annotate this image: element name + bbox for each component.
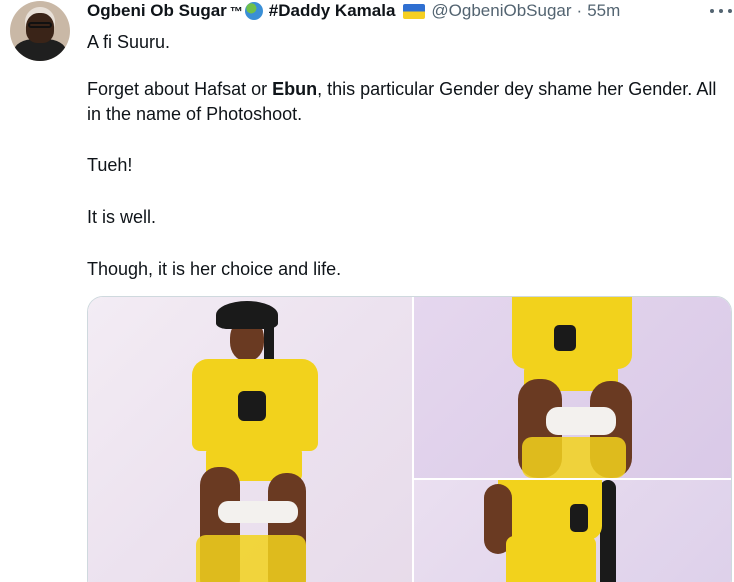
photo-figure-stool bbox=[196, 535, 306, 582]
photo-figure-top bbox=[570, 504, 588, 532]
avatar[interactable] bbox=[10, 1, 70, 61]
photo-3[interactable] bbox=[414, 480, 731, 582]
photo-figure-lace bbox=[218, 501, 298, 523]
photo-figure-top bbox=[554, 325, 576, 351]
photo-figure-lace bbox=[546, 407, 616, 435]
photo-2[interactable] bbox=[414, 297, 731, 478]
user-handle[interactable]: @OgbeniObSugar bbox=[431, 1, 571, 21]
photo-figure-skirt bbox=[506, 536, 596, 582]
tweet-timestamp[interactable]: 55m bbox=[587, 1, 620, 21]
more-options-icon[interactable] bbox=[710, 6, 732, 16]
ukraine-flag-icon bbox=[403, 3, 426, 19]
tweet-paragraph: Though, it is her choice and life. bbox=[87, 259, 342, 279]
more-dot bbox=[728, 9, 732, 13]
display-name[interactable]: Ogbeni Ob Sugar bbox=[87, 1, 227, 21]
avatar-glasses bbox=[28, 22, 52, 28]
more-dot bbox=[719, 9, 723, 13]
tweet-paragraph: A fi Suuru. bbox=[87, 32, 171, 52]
display-name-hashtag: #Daddy Kamala bbox=[268, 1, 396, 20]
trademark-symbol: ™ bbox=[229, 3, 243, 19]
tweet-header: Ogbeni Ob Sugar ™ #Daddy Kamala @OgbeniO… bbox=[87, 0, 620, 22]
photo-figure-stool bbox=[522, 437, 626, 478]
tweet-paragraph: Forget about Hafsat or Ebun, this partic… bbox=[87, 77, 732, 127]
tweet: Ogbeni Ob Sugar ™ #Daddy Kamala @OgbeniO… bbox=[0, 0, 734, 582]
tweet-text-span: Forget about Hafsat or bbox=[87, 79, 273, 99]
media-grid bbox=[87, 296, 732, 582]
tweet-paragraph: It is well. bbox=[87, 207, 157, 227]
globe-emoji-icon bbox=[244, 2, 263, 20]
avatar-face bbox=[26, 13, 54, 43]
photo-figure-top bbox=[238, 391, 266, 421]
tweet-paragraph: Tueh! bbox=[87, 155, 133, 175]
separator: · bbox=[576, 1, 583, 20]
photo-1[interactable] bbox=[88, 297, 412, 582]
more-dot bbox=[710, 9, 714, 13]
tweet-text-bold: Ebun bbox=[272, 79, 318, 99]
photo-figure-braids bbox=[600, 480, 616, 582]
